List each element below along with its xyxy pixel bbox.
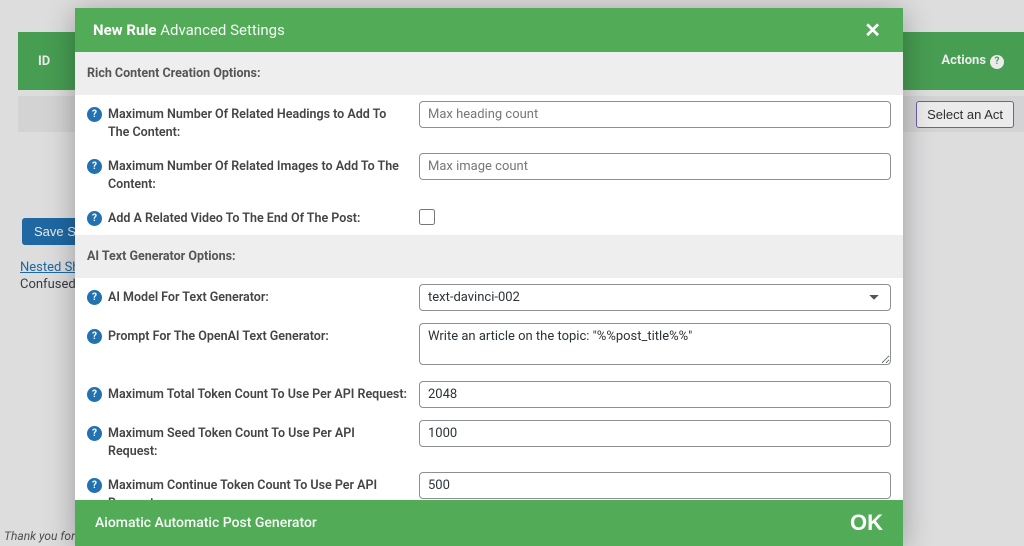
label-max-continue-tokens: Maximum Continue Token Count To Use Per … [108, 477, 407, 500]
max-total-tokens-input[interactable] [419, 381, 891, 408]
help-icon[interactable]: ? [87, 329, 102, 344]
ai-model-select[interactable]: text-davinci-002 [419, 284, 891, 311]
add-video-checkbox[interactable] [419, 209, 435, 225]
thanks-footer: Thank you for c [4, 529, 84, 543]
label-max-seed-tokens: Maximum Seed Token Count To Use Per API … [108, 425, 407, 460]
row-max-total-tokens: ? Maximum Total Token Count To Use Per A… [75, 375, 903, 414]
section-ai-text: AI Text Generator Options: [75, 235, 903, 278]
help-icon[interactable]: ? [87, 387, 102, 402]
close-icon[interactable]: ✕ [860, 18, 885, 42]
label-add-video: Add A Related Video To The End Of The Po… [108, 210, 360, 228]
max-headings-input[interactable] [419, 101, 891, 128]
label-max-images: Maximum Number Of Related Images to Add … [108, 158, 407, 193]
row-prompt: ? Prompt For The OpenAI Text Generator: … [75, 317, 903, 375]
help-icon[interactable]: ? [87, 478, 102, 493]
help-icon[interactable]: ? [87, 211, 102, 226]
row-max-continue-tokens: ? Maximum Continue Token Count To Use Pe… [75, 466, 903, 500]
max-seed-tokens-input[interactable] [419, 420, 891, 447]
help-icon[interactable]: ? [87, 159, 102, 174]
help-icon: ? [990, 55, 1004, 69]
help-icon[interactable]: ? [87, 290, 102, 305]
row-max-images: ? Maximum Number Of Related Images to Ad… [75, 147, 903, 199]
max-images-input[interactable] [419, 153, 891, 180]
modal-header: New Rule Advanced Settings ✕ [75, 8, 903, 52]
select-action-button[interactable]: Select an Act [916, 101, 1014, 128]
max-continue-tokens-input[interactable] [419, 472, 891, 499]
modal-footer: Aiomatic Automatic Post Generator OK [75, 500, 903, 546]
row-max-seed-tokens: ? Maximum Seed Token Count To Use Per AP… [75, 414, 903, 466]
help-icon[interactable]: ? [87, 426, 102, 441]
advanced-settings-modal: New Rule Advanced Settings ✕ Rich Conten… [75, 8, 903, 546]
modal-title: New Rule Advanced Settings [93, 21, 285, 39]
label-ai-model: AI Model For Text Generator: [108, 289, 269, 307]
row-max-headings: ? Maximum Number Of Related Headings to … [75, 95, 903, 147]
modal-body[interactable]: Rich Content Creation Options: ? Maximum… [75, 52, 903, 500]
row-add-video: ? Add A Related Video To The End Of The … [75, 199, 903, 235]
label-max-headings: Maximum Number Of Related Headings to Ad… [108, 106, 407, 141]
help-icon[interactable]: ? [87, 107, 102, 122]
row-ai-model: ? AI Model For Text Generator: text-davi… [75, 278, 903, 317]
label-max-total-tokens: Maximum Total Token Count To Use Per API… [108, 386, 407, 404]
col-actions: Actions? [941, 53, 1004, 69]
section-rich-content: Rich Content Creation Options: [75, 52, 903, 95]
ok-button[interactable]: OK [850, 510, 883, 536]
prompt-textarea[interactable]: Write an article on the topic: "%%post_t… [419, 323, 891, 365]
label-prompt: Prompt For The OpenAI Text Generator: [108, 328, 329, 346]
footer-title: Aiomatic Automatic Post Generator [95, 515, 317, 531]
